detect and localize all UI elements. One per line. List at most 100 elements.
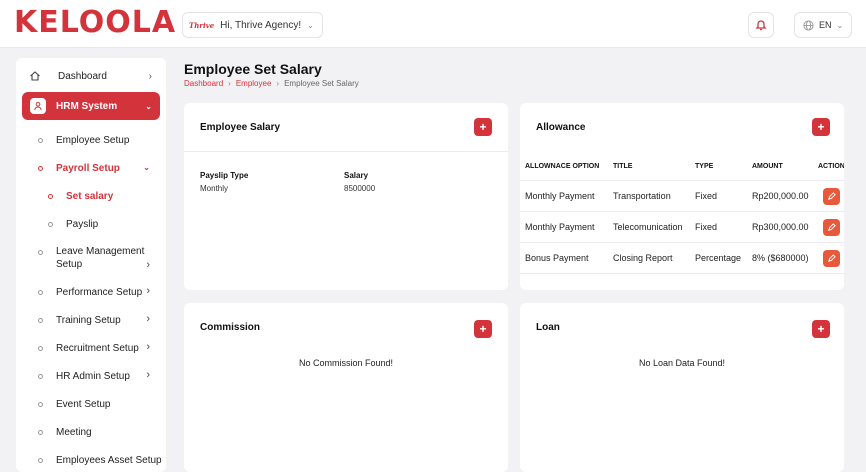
empty-message: No Loan Data Found! (638, 358, 726, 368)
allowance-option: Monthly Payment (525, 191, 595, 201)
column-header: TITLE (613, 163, 633, 170)
breadcrumb: Dashboard › Employee › Employee Set Sala… (184, 79, 359, 88)
bullet-icon (38, 138, 43, 143)
commission-card: Commission + No Commission Found! (184, 303, 508, 472)
sidebar-item-set-salary[interactable]: Set salary (16, 188, 166, 206)
app-logo[interactable]: KELOOLA (14, 6, 176, 40)
chevron-right-icon: › (276, 79, 280, 88)
chevron-down-icon: ⌄ (836, 20, 844, 30)
account-switcher[interactable]: Thrive Hi, Thrive Agency! ⌄ (182, 12, 323, 38)
card-title: Allowance (536, 122, 586, 133)
language-label: EN (819, 20, 832, 30)
salary-value: 8500000 (344, 184, 376, 193)
sidebar-item-hrm-system[interactable]: HRM System ⌄ (22, 92, 160, 120)
chevron-right-icon: › (146, 259, 150, 271)
globe-icon (803, 19, 814, 31)
column-header: Salary (344, 171, 369, 180)
allowance-type: Fixed (695, 222, 718, 232)
table-row: Monthly Payment Transportation Fixed Rp2… (520, 181, 844, 212)
chevron-right-icon: › (146, 369, 150, 381)
payslip-type-value: Monthly (200, 184, 229, 193)
home-icon (28, 69, 42, 83)
table-row: Bonus Payment Closing Report Percentage … (520, 243, 844, 274)
loan-card: Loan + No Loan Data Found! (520, 303, 844, 472)
greeting-text: Hi, Thrive Agency! (220, 19, 302, 31)
bullet-icon (38, 430, 43, 435)
allowance-title: Transportation (613, 191, 671, 201)
card-title: Employee Salary (200, 122, 281, 133)
allowance-table-header: ALLOWNACE OPTION TITLE TYPE AMOUNT ACTIO… (520, 153, 844, 181)
user-icon (30, 98, 46, 114)
edit-button[interactable] (823, 219, 840, 236)
allowance-title: Closing Report (613, 253, 673, 263)
sidebar-item-label: Set salary (66, 191, 114, 202)
breadcrumb-current: Employee Set Salary (284, 79, 359, 88)
employee-salary-card: Employee Salary + Payslip Type Monthly S… (184, 103, 508, 290)
bullet-icon (38, 346, 43, 351)
allowance-title: Telecomunication (613, 222, 683, 232)
sidebar-item-label: Recruitment Setup (56, 343, 139, 354)
sidebar-item-label: HRM System (56, 100, 118, 112)
column-header: TYPE (695, 163, 714, 170)
bullet-icon (38, 458, 43, 463)
bullet-icon (38, 374, 43, 379)
sidebar-item-leave-management-setup[interactable]: Leave Management Setup › (16, 244, 166, 272)
chevron-right-icon: › (146, 341, 150, 353)
sidebar-item-performance-setup[interactable]: Performance Setup › (16, 284, 166, 302)
sidebar-item-payslip[interactable]: Payslip (16, 216, 166, 234)
sidebar-item-hr-admin-setup[interactable]: HR Admin Setup › (16, 368, 166, 386)
allowance-option: Bonus Payment (525, 253, 589, 263)
sidebar-item-label: Setup (56, 259, 83, 270)
sidebar-item-label: Performance Setup (56, 287, 143, 298)
sidebar-item-dashboard[interactable]: Dashboard › (16, 62, 166, 90)
column-header: ALLOWNACE OPTION (525, 163, 600, 170)
column-header: AMOUNT (752, 163, 783, 170)
chevron-right-icon: › (146, 285, 150, 297)
sidebar: Dashboard › HRM System ⌄ Employee Setup … (16, 58, 166, 472)
bullet-icon (38, 166, 43, 171)
chevron-right-icon: › (148, 70, 152, 82)
add-allowance-button[interactable]: + (812, 118, 830, 136)
bullet-icon (38, 318, 43, 323)
sidebar-item-label: Leave Management (56, 246, 145, 257)
sidebar-item-meeting[interactable]: Meeting (16, 424, 166, 442)
sidebar-item-label: Training Setup (56, 315, 121, 326)
allowance-type: Fixed (695, 191, 718, 201)
pencil-icon (828, 192, 836, 200)
allowance-amount: Rp200,000.00 (752, 191, 809, 201)
bullet-icon (38, 402, 43, 407)
language-selector[interactable]: EN ⌄ (794, 12, 853, 38)
notification-button[interactable] (748, 12, 774, 38)
chevron-down-icon: ⌄ (143, 163, 150, 172)
divider (184, 151, 508, 152)
add-loan-button[interactable]: + (812, 320, 830, 338)
sidebar-item-label: Dashboard (58, 70, 107, 82)
bullet-icon (38, 250, 43, 255)
bullet-icon (38, 290, 43, 295)
pencil-icon (828, 223, 836, 231)
sidebar-item-employee-setup[interactable]: Employee Setup (16, 132, 166, 150)
salary-column: Salary 8500000 (344, 171, 484, 193)
sidebar-item-label: Payroll Setup (56, 163, 120, 174)
payslip-type-column: Payslip Type Monthly (200, 171, 340, 193)
sidebar-item-recruitment-setup[interactable]: Recruitment Setup › (16, 340, 166, 358)
sidebar-item-label: Payslip (66, 219, 99, 230)
sidebar-item-training-setup[interactable]: Training Setup › (16, 312, 166, 330)
sidebar-item-payroll-setup[interactable]: Payroll Setup ⌄ (16, 160, 166, 178)
edit-button[interactable] (823, 188, 840, 205)
chevron-down-icon: ⌄ (307, 20, 314, 30)
sidebar-item-label: HR Admin Setup (56, 371, 130, 382)
breadcrumb-employee[interactable]: Employee (236, 79, 272, 88)
sidebar-item-employees-asset-setup[interactable]: Employees Asset Setup (16, 452, 166, 470)
bullet-icon (48, 222, 53, 227)
empty-message: No Commission Found! (298, 358, 394, 368)
sidebar-item-label: Employee Setup (56, 135, 130, 146)
sidebar-item-event-setup[interactable]: Event Setup (16, 396, 166, 414)
add-commission-button[interactable]: + (474, 320, 492, 338)
company-logo: Thrive (189, 20, 215, 30)
edit-button[interactable] (823, 250, 840, 267)
add-salary-button[interactable]: + (474, 118, 492, 136)
breadcrumb-dashboard[interactable]: Dashboard (184, 79, 223, 88)
allowance-amount: Rp300,000.00 (752, 222, 809, 232)
allowance-type: Percentage (695, 253, 742, 263)
